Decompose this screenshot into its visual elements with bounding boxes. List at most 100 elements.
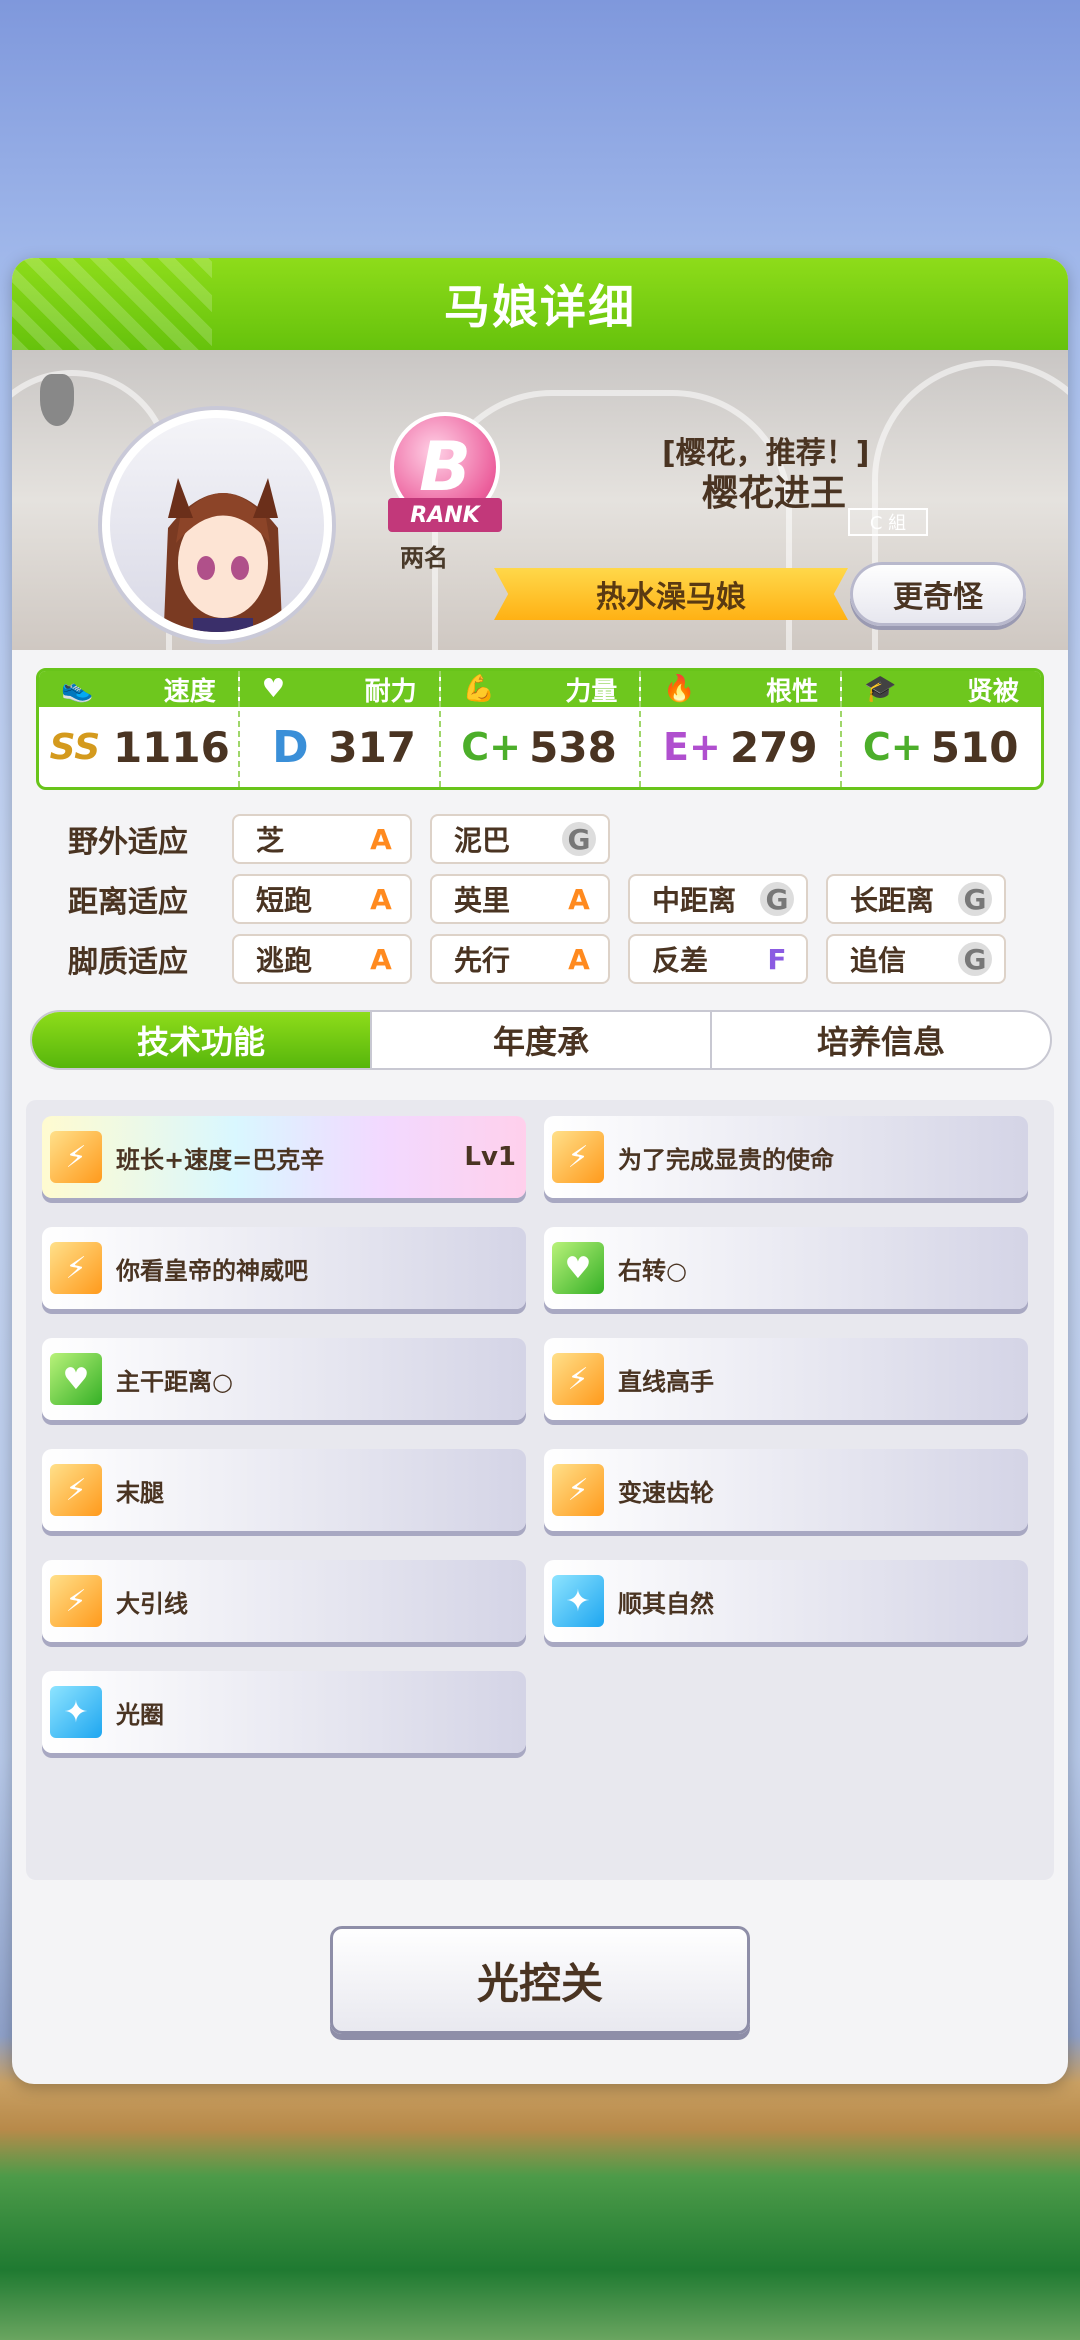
skill-name: 班长+速度=巴克辛 bbox=[116, 1145, 325, 1174]
epithet-banner[interactable]: 热水澡马娘 bbox=[494, 568, 848, 620]
aptitude-grade: A bbox=[568, 942, 590, 976]
character-portrait[interactable] bbox=[102, 410, 332, 640]
aptitude-name: 先行 bbox=[454, 944, 511, 977]
stat-grade: SS bbox=[49, 726, 101, 768]
speed-skill-icon: ⚡ bbox=[552, 1464, 604, 1516]
aptitude-name: 中距离 bbox=[652, 884, 737, 917]
aptitude-cell: 逃跑 A bbox=[232, 934, 412, 984]
skill-name: 大引线 bbox=[116, 1589, 188, 1618]
sparkle-skill-icon: ✦ bbox=[50, 1686, 102, 1738]
stat-wisdom: 🎓 贤被 C+ 510 bbox=[842, 671, 1041, 787]
aptitude-cell: 短跑 A bbox=[232, 874, 412, 924]
light-toggle-button[interactable]: 光控关 bbox=[330, 1926, 750, 2034]
skill-item[interactable]: ♥ 右转○ bbox=[544, 1227, 1028, 1309]
stat-value: 279 bbox=[729, 722, 818, 772]
stat-stamina: ♥ 耐力 D 317 bbox=[239, 671, 441, 787]
skill-item[interactable]: ⚡ 班长+速度=巴克辛 Lv1 bbox=[42, 1116, 526, 1198]
aptitude-grade: G bbox=[958, 882, 992, 916]
umamusume-detail-modal: 马娘详细 B RANK 两名 [樱花，推荐！] 樱花进王 C 組 热水澡马娘 更… bbox=[12, 258, 1068, 2084]
aptitude-name: 逃跑 bbox=[256, 944, 313, 977]
aptitude-row-track: 野外适应 芝 A 泥巴 G bbox=[12, 811, 1068, 867]
speed-skill-icon: ⚡ bbox=[552, 1131, 604, 1183]
aptitude-cell: 反差 F bbox=[628, 934, 808, 984]
skill-name: 变速齿轮 bbox=[618, 1478, 714, 1507]
carrot-icon bbox=[40, 374, 74, 426]
aptitude-grade: A bbox=[370, 942, 392, 976]
rank-subtitle: 两名 bbox=[400, 544, 448, 572]
aptitude-label: 距离适应 bbox=[68, 885, 188, 920]
aptitude-label: 脚质适应 bbox=[68, 945, 188, 980]
stat-label: 速度 bbox=[163, 676, 216, 707]
stat-guts: 🔥 根性 E+ 279 bbox=[641, 671, 843, 787]
flame-icon: 🔥 bbox=[663, 674, 696, 704]
skill-item[interactable]: ⚡ 大引线 bbox=[42, 1560, 526, 1642]
skill-item[interactable]: ⚡ 为了完成显贵的使命 bbox=[544, 1116, 1028, 1198]
tab-training-info[interactable]: 培养信息 bbox=[712, 1012, 1050, 1068]
aptitude-cell: 英里 A bbox=[430, 874, 610, 924]
skill-name: 顺其自然 bbox=[618, 1589, 714, 1618]
aptitude-cell: 先行 A bbox=[430, 934, 610, 984]
aptitude-grade: A bbox=[370, 822, 392, 856]
stat-label: 根性 bbox=[766, 676, 819, 707]
hero-panel: B RANK 两名 [樱花，推荐！] 樱花进王 C 組 热水澡马娘 更奇怪 bbox=[12, 350, 1068, 650]
stat-grade: E+ bbox=[663, 725, 721, 769]
stat-power: 💪 力量 C+ 538 bbox=[440, 671, 642, 787]
aptitude-cell: 追信 G bbox=[826, 934, 1006, 984]
rank-ribbon: RANK bbox=[388, 498, 502, 532]
aptitude-grade: F bbox=[767, 942, 787, 976]
skill-item[interactable]: ✦ 顺其自然 bbox=[544, 1560, 1028, 1642]
skill-item[interactable]: ⚡ 末腿 bbox=[42, 1449, 526, 1531]
stats-panel: 👟 速度 SS 1116 ♥ 耐力 D 317 💪 力量 C+ 538 🔥 根性 E+ 279 … bbox=[36, 668, 1044, 790]
stat-label: 贤被 bbox=[966, 676, 1019, 707]
stat-grade: D bbox=[272, 721, 309, 773]
stat-speed: 👟 速度 SS 1116 bbox=[39, 671, 240, 787]
aptitude-name: 长距离 bbox=[850, 884, 935, 917]
shoe-icon: 👟 bbox=[61, 674, 94, 704]
stat-grade: C+ bbox=[862, 725, 923, 769]
aptitude-name: 芝 bbox=[256, 824, 285, 857]
heart-icon: ♥ bbox=[261, 674, 286, 704]
recovery-skill-icon: ♥ bbox=[552, 1242, 604, 1294]
speed-skill-icon: ⚡ bbox=[50, 1575, 102, 1627]
skill-item[interactable]: ⚡ 你看皇帝的神威吧 bbox=[42, 1227, 526, 1309]
tab-inheritance[interactable]: 年度承 bbox=[372, 1012, 712, 1068]
speed-skill-icon: ⚡ bbox=[50, 1242, 102, 1294]
stat-value: 1116 bbox=[112, 722, 230, 772]
skill-name: 右转○ bbox=[618, 1256, 687, 1285]
aptitude-grade: G bbox=[958, 942, 992, 976]
stat-grade: C+ bbox=[461, 725, 522, 769]
aptitude-row-style: 脚质适应 逃跑 A 先行 A 反差 F 追信 G bbox=[12, 931, 1068, 987]
speed-skill-icon: ⚡ bbox=[552, 1353, 604, 1405]
skill-level: Lv1 bbox=[464, 1142, 516, 1172]
skill-item[interactable]: ✦ 光圈 bbox=[42, 1671, 526, 1753]
skill-name: 你看皇帝的神威吧 bbox=[116, 1256, 308, 1285]
stat-label: 耐力 bbox=[364, 676, 417, 707]
aptitude-row-distance: 距离适应 短跑 A 英里 A 中距离 G 长距离 G bbox=[12, 871, 1068, 927]
aptitude-name: 短跑 bbox=[256, 884, 313, 917]
character-face-icon bbox=[163, 478, 283, 632]
skill-name: 直线高手 bbox=[618, 1367, 714, 1396]
muscle-icon: 💪 bbox=[462, 674, 495, 704]
detail-tabs: 技术功能 年度承 培养信息 bbox=[30, 1010, 1052, 1070]
group-tag: C 組 bbox=[848, 508, 928, 536]
skill-item[interactable]: ⚡ 变速齿轮 bbox=[544, 1449, 1028, 1531]
change-epithet-button[interactable]: 更奇怪 bbox=[850, 562, 1026, 626]
speed-skill-icon: ⚡ bbox=[50, 1464, 102, 1516]
aptitude-name: 泥巴 bbox=[454, 824, 511, 857]
recovery-skill-icon: ♥ bbox=[50, 1353, 102, 1405]
aptitude-grade: G bbox=[760, 882, 794, 916]
skill-name: 光圈 bbox=[116, 1700, 164, 1729]
character-name: 樱花进王 bbox=[702, 473, 847, 514]
skill-name: 末腿 bbox=[116, 1478, 164, 1507]
tab-skills[interactable]: 技术功能 bbox=[32, 1012, 372, 1068]
aptitude-label: 野外适应 bbox=[68, 825, 188, 860]
skill-item[interactable]: ♥ 主干距离○ bbox=[42, 1338, 526, 1420]
sparkle-skill-icon: ✦ bbox=[552, 1575, 604, 1627]
stat-value: 317 bbox=[328, 722, 417, 772]
speed-skill-icon: ⚡ bbox=[50, 1131, 102, 1183]
modal-title: 马娘详细 bbox=[12, 258, 1068, 350]
aptitude-grade: A bbox=[568, 882, 590, 916]
skill-item[interactable]: ⚡ 直线高手 bbox=[544, 1338, 1028, 1420]
aptitude-cell: 泥巴 G bbox=[430, 814, 610, 864]
aptitude-name: 英里 bbox=[454, 884, 511, 917]
